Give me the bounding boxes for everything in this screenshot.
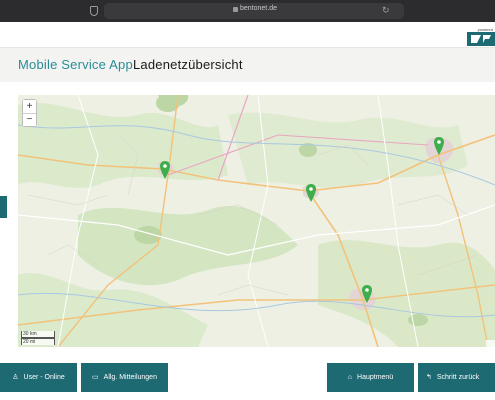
main-menu-button[interactable]: ⌂ Hauptmenü [327, 363, 414, 392]
app-title: Mobile Service App [18, 57, 133, 72]
page-title: Ladenetzübersicht [133, 57, 243, 72]
map-view[interactable] [18, 95, 495, 347]
location-marker[interactable] [306, 184, 316, 202]
scale-mi: 20 mi [21, 338, 55, 345]
zoom-out-button[interactable]: − [23, 113, 36, 126]
url-text[interactable]: bentonet.de [240, 5, 277, 12]
location-marker[interactable] [434, 137, 444, 155]
zoom-in-button[interactable]: + [23, 100, 36, 113]
side-drawer-tab[interactable] [0, 196, 7, 218]
zoom-control: + − [22, 99, 37, 127]
brand-logo: powered [467, 27, 495, 46]
lock-icon [233, 7, 238, 12]
browser-toolbar: bentonet.de ↻ [0, 0, 495, 22]
scale-km: 30 km [21, 331, 55, 338]
map-tiles [18, 95, 495, 347]
step-back-label: Schritt zurück [436, 374, 480, 381]
messages-button[interactable]: ▭ Allg. Mitteilungen [81, 363, 168, 392]
location-marker[interactable] [160, 161, 170, 179]
step-back-button[interactable]: ↰ Schritt zurück [418, 363, 495, 392]
logo-caption: powered [477, 27, 493, 32]
map-attribution[interactable] [486, 340, 495, 347]
top-band [0, 22, 495, 48]
reload-icon[interactable]: ↻ [382, 4, 390, 16]
back-icon: ↰ [426, 374, 432, 381]
user-online-button[interactable]: ♙ User - Online [0, 363, 77, 392]
message-icon: ▭ [92, 374, 99, 381]
home-icon: ⌂ [347, 374, 353, 381]
main-menu-label: Hauptmenü [357, 374, 394, 381]
shield-icon[interactable] [90, 6, 98, 16]
map-scale: 30 km 20 mi [21, 331, 55, 345]
user-online-label: User - Online [23, 374, 65, 381]
location-marker[interactable] [362, 285, 372, 303]
messages-label: Allg. Mitteilungen [103, 374, 157, 381]
user-icon: ♙ [12, 374, 19, 381]
